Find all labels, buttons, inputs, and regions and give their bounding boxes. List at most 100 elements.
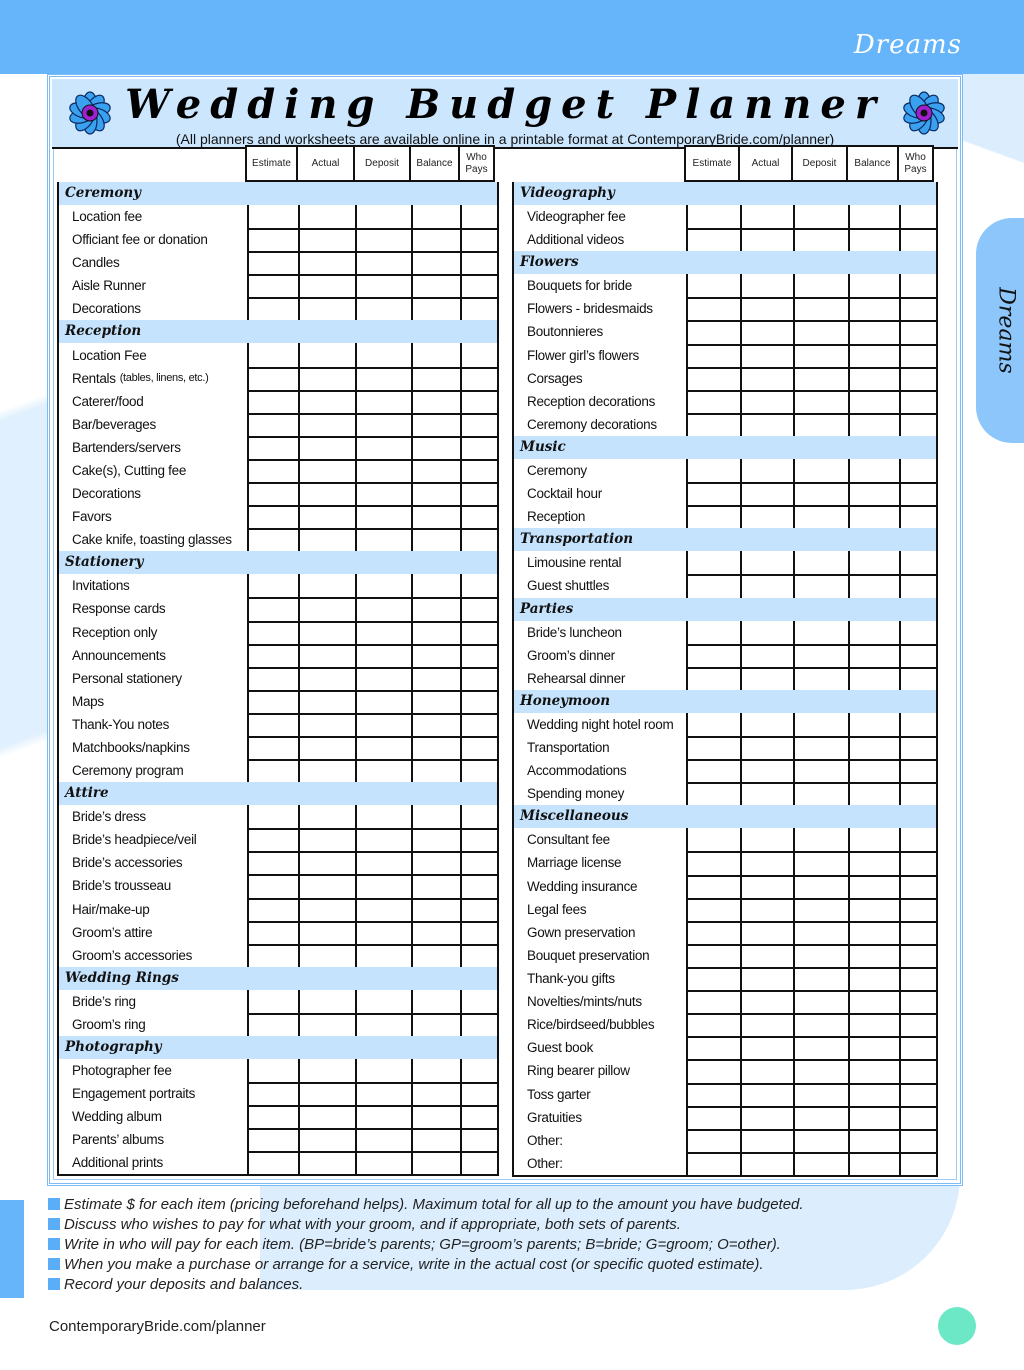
cell-who-pays-input[interactable] (899, 712, 936, 736)
cell-actual-input[interactable] (740, 620, 793, 644)
cell-who-pays-input[interactable] (899, 874, 936, 898)
cell-deposit-input[interactable] (355, 1059, 411, 1083)
cell-deposit-input[interactable] (793, 851, 848, 875)
cell-balance-input[interactable] (411, 597, 460, 621)
cell-deposit-input[interactable] (355, 874, 411, 898)
cell-deposit-input[interactable] (793, 643, 848, 667)
cell-balance-input[interactable] (411, 412, 460, 436)
cell-who-pays-input[interactable] (899, 620, 936, 644)
cell-balance-input[interactable] (848, 228, 899, 252)
cell-balance-input[interactable] (411, 689, 460, 713)
cell-actual-input[interactable] (298, 205, 355, 229)
cell-actual-input[interactable] (298, 528, 355, 552)
cell-balance-input[interactable] (411, 574, 460, 598)
cell-estimate-input[interactable] (247, 435, 298, 459)
cell-balance-input[interactable] (411, 1128, 460, 1152)
cell-actual-input[interactable] (740, 505, 793, 529)
cell-deposit-input[interactable] (355, 805, 411, 829)
cell-estimate-input[interactable] (686, 851, 740, 875)
cell-deposit-input[interactable] (355, 712, 411, 736)
cell-actual-input[interactable] (298, 389, 355, 413)
cell-estimate-input[interactable] (247, 574, 298, 598)
cell-actual-input[interactable] (298, 1082, 355, 1106)
cell-actual-input[interactable] (740, 482, 793, 506)
cell-balance-input[interactable] (848, 782, 899, 806)
cell-who-pays-input[interactable] (899, 943, 936, 967)
cell-who-pays-input[interactable] (899, 1013, 936, 1037)
cell-who-pays-input[interactable] (899, 366, 936, 390)
cell-who-pays-input[interactable] (460, 366, 497, 390)
cell-deposit-input[interactable] (355, 1012, 411, 1036)
cell-deposit-input[interactable] (793, 412, 848, 436)
cell-deposit-input[interactable] (793, 389, 848, 413)
cell-who-pays-input[interactable] (899, 990, 936, 1014)
cell-who-pays-input[interactable] (460, 666, 497, 690)
cell-estimate-input[interactable] (686, 874, 740, 898)
cell-who-pays-input[interactable] (460, 1105, 497, 1129)
cell-actual-input[interactable] (740, 574, 793, 598)
cell-balance-input[interactable] (848, 297, 899, 321)
cell-who-pays-input[interactable] (899, 505, 936, 529)
cell-estimate-input[interactable] (686, 389, 740, 413)
cell-deposit-input[interactable] (355, 482, 411, 506)
cell-who-pays-input[interactable] (460, 228, 497, 252)
cell-estimate-input[interactable] (686, 735, 740, 760)
cell-who-pays-input[interactable] (460, 389, 497, 413)
cell-actual-input[interactable] (740, 274, 793, 298)
cell-estimate-input[interactable] (247, 620, 298, 644)
cell-estimate-input[interactable] (686, 343, 740, 367)
cell-balance-input[interactable] (848, 874, 899, 898)
cell-balance-input[interactable] (848, 343, 899, 367)
cell-who-pays-input[interactable] (460, 528, 497, 552)
cell-balance-input[interactable] (411, 343, 460, 367)
cell-who-pays-input[interactable] (899, 897, 936, 921)
cell-estimate-input[interactable] (247, 920, 298, 944)
cell-estimate-input[interactable] (247, 666, 298, 690)
cell-actual-input[interactable] (298, 574, 355, 598)
cell-estimate-input[interactable] (247, 482, 298, 506)
cell-deposit-input[interactable] (793, 366, 848, 390)
cell-deposit-input[interactable] (793, 1013, 848, 1037)
cell-deposit-input[interactable] (793, 782, 848, 806)
cell-estimate-input[interactable] (247, 805, 298, 829)
cell-estimate-input[interactable] (686, 458, 740, 483)
cell-balance-input[interactable] (848, 897, 899, 921)
cell-who-pays-input[interactable] (899, 966, 936, 991)
cell-deposit-input[interactable] (355, 458, 411, 483)
cell-who-pays-input[interactable] (460, 874, 497, 898)
cell-estimate-input[interactable] (686, 228, 740, 252)
cell-balance-input[interactable] (411, 920, 460, 944)
cell-who-pays-input[interactable] (460, 343, 497, 367)
cell-deposit-input[interactable] (355, 343, 411, 367)
cell-actual-input[interactable] (298, 1012, 355, 1036)
cell-balance-input[interactable] (848, 828, 899, 852)
cell-who-pays-input[interactable] (460, 735, 497, 760)
cell-who-pays-input[interactable] (460, 943, 497, 967)
cell-deposit-input[interactable] (793, 943, 848, 967)
cell-actual-input[interactable] (740, 666, 793, 690)
cell-deposit-input[interactable] (355, 274, 411, 298)
cell-balance-input[interactable] (411, 828, 460, 852)
cell-who-pays-input[interactable] (460, 574, 497, 598)
cell-actual-input[interactable] (298, 366, 355, 390)
cell-actual-input[interactable] (298, 251, 355, 275)
cell-deposit-input[interactable] (355, 989, 411, 1013)
cell-deposit-input[interactable] (355, 228, 411, 252)
cell-who-pays-input[interactable] (899, 666, 936, 690)
cell-estimate-input[interactable] (247, 897, 298, 921)
cell-estimate-input[interactable] (247, 528, 298, 552)
cell-estimate-input[interactable] (686, 643, 740, 667)
cell-deposit-input[interactable] (793, 828, 848, 852)
cell-estimate-input[interactable] (686, 828, 740, 852)
cell-deposit-input[interactable] (793, 666, 848, 690)
cell-balance-input[interactable] (411, 389, 460, 413)
cell-actual-input[interactable] (740, 205, 793, 229)
cell-who-pays-input[interactable] (899, 735, 936, 760)
cell-estimate-input[interactable] (686, 759, 740, 783)
cell-deposit-input[interactable] (355, 366, 411, 390)
footer-link[interactable]: ContemporaryBride.com/planner (49, 1318, 266, 1335)
cell-estimate-input[interactable] (247, 689, 298, 713)
cell-deposit-input[interactable] (355, 943, 411, 967)
cell-who-pays-input[interactable] (460, 505, 497, 529)
cell-estimate-input[interactable] (247, 1082, 298, 1106)
